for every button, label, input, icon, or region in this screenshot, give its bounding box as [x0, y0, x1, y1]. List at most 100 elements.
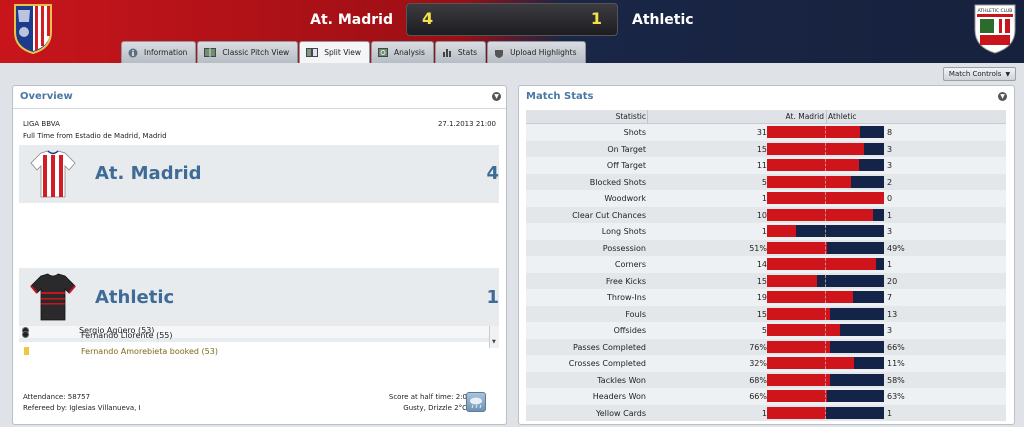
- away-stat-value: 3: [887, 161, 893, 170]
- stat-comparison-bar: [767, 291, 884, 303]
- header-home[interactable]: At. Madrid: [786, 112, 824, 121]
- overview-title: Overview: [20, 91, 73, 102]
- home-bar-fill: [767, 390, 827, 402]
- away-stat-value: 0: [887, 194, 893, 203]
- bar-midline: [825, 192, 826, 204]
- home-bar-fill: [767, 291, 853, 303]
- stat-label: Possession: [602, 243, 646, 253]
- view-tabs: Information Classic Pitch View Split Vie…: [121, 41, 587, 63]
- table-row: Offsides 5 3: [526, 322, 1006, 339]
- panel-menu-icon[interactable]: ▼: [492, 92, 501, 101]
- tab-upload-highlights[interactable]: Upload Highlights: [487, 41, 586, 63]
- attendance-text: Attendance: 58757: [23, 393, 91, 401]
- athletic-club-crest-icon: ATHLETIC CLUB: [974, 4, 1016, 54]
- table-row: Corners 14 1: [526, 256, 1006, 273]
- home-stat-value: 10: [756, 210, 767, 220]
- table-row: Free Kicks 15 20: [526, 272, 1006, 289]
- stat-label: Free Kicks: [605, 276, 646, 286]
- stat-comparison-bar: [767, 406, 884, 419]
- home-stat-value: 66%: [749, 392, 767, 401]
- event-text[interactable]: Fernando Amorebieta booked (53): [81, 347, 218, 356]
- table-row: Woodwork 1 0: [526, 190, 1006, 207]
- stat-comparison-bar: [767, 373, 884, 386]
- away-stat-value: 1: [887, 260, 893, 269]
- bar-midline: [825, 307, 826, 320]
- home-bar-fill: [767, 208, 873, 221]
- stat-comparison-bar: [767, 142, 884, 155]
- match-date-time: 27.1.2013 21:00: [437, 120, 496, 128]
- stat-comparison-bar: [767, 390, 884, 402]
- chevron-down-icon: ▼: [1005, 70, 1011, 78]
- match-controls-button[interactable]: Match Controls ▼: [943, 67, 1016, 81]
- table-row: Shots 31 8: [526, 124, 1006, 141]
- tab-label: Split View: [324, 48, 361, 57]
- stat-label: Headers Won: [592, 392, 646, 401]
- yellow-card-icon: [24, 347, 29, 355]
- stat-comparison-bar: [767, 225, 884, 237]
- event-text[interactable]: Fernando Llorente (55): [81, 331, 173, 340]
- atletico-madrid-crest-icon: [14, 4, 52, 54]
- stat-comparison-bar: [767, 274, 884, 287]
- bar-midline: [825, 324, 826, 336]
- tab-split-view[interactable]: Split View: [299, 41, 370, 63]
- bar-midline: [825, 208, 826, 221]
- home-bar-fill: [767, 406, 826, 419]
- divider: [13, 108, 506, 109]
- tab-classic-pitch-view[interactable]: Classic Pitch View: [197, 41, 299, 63]
- away-team-score: 1: [486, 287, 499, 308]
- away-score: 1: [590, 9, 602, 28]
- goal-ball-icon: [22, 331, 29, 338]
- match-stats-panel: Match Stats ▼ Statistic At. Madrid Athle…: [518, 85, 1015, 425]
- table-row: On Target 15 3: [526, 140, 1006, 157]
- tab-label: Information: [144, 48, 188, 57]
- home-bar-fill: [767, 175, 851, 188]
- weather-text: Gusty, Drizzle 2°C: [403, 404, 467, 412]
- bar-midline: [825, 142, 826, 155]
- stat-label: Passes Completed: [573, 342, 646, 352]
- home-team-title[interactable]: At. Madrid: [95, 163, 202, 184]
- header-statistic[interactable]: Statistic: [616, 112, 646, 121]
- bar-midline: [825, 274, 826, 287]
- home-kit-shirt-icon: [30, 150, 76, 198]
- stat-label: Offsides: [613, 326, 646, 335]
- home-stat-value: 31: [756, 128, 767, 137]
- away-crest-text: ATHLETIC CLUB: [978, 8, 1013, 14]
- analysis-icon: [378, 48, 388, 57]
- home-stat-value: 68%: [749, 375, 767, 385]
- weather-icon: [466, 392, 486, 412]
- home-stat-value: 15: [756, 144, 767, 154]
- panel-menu-icon[interactable]: ▼: [998, 92, 1007, 101]
- home-bar-fill: [767, 340, 830, 353]
- stat-label: Blocked Shots: [589, 177, 646, 187]
- home-team-block: At. Madrid 4: [19, 145, 499, 203]
- divider: [647, 110, 648, 124]
- away-team-title[interactable]: Athletic: [95, 287, 174, 308]
- tab-stats[interactable]: Stats: [434, 41, 487, 63]
- table-row: Headers Won 66% 63%: [526, 388, 1006, 405]
- home-stat-value: 15: [756, 276, 767, 286]
- stat-label: Off Target: [606, 161, 646, 170]
- home-bar-fill: [767, 307, 830, 320]
- home-bar-fill: [767, 225, 796, 237]
- stat-comparison-bar: [767, 241, 884, 254]
- away-stat-value: 13: [887, 309, 898, 319]
- away-team-name[interactable]: Athletic: [632, 12, 694, 28]
- home-team-name[interactable]: At. Madrid: [310, 12, 393, 28]
- home-team-score: 4: [486, 163, 499, 184]
- stat-comparison-bar: [767, 258, 884, 270]
- stat-label: On Target: [607, 144, 646, 154]
- table-row: Crosses Completed 32% 11%: [526, 355, 1006, 372]
- home-stat-value: 11: [756, 161, 767, 170]
- stat-label: Shots: [623, 128, 646, 137]
- away-stat-value: 2: [887, 177, 893, 187]
- bar-midline: [825, 159, 826, 171]
- stats-title: Match Stats: [526, 91, 594, 102]
- stat-label: Crosses Completed: [568, 359, 646, 368]
- home-bar-fill: [767, 373, 830, 386]
- competition-name[interactable]: LIGA BBVA: [23, 120, 60, 128]
- stat-comparison-bar: [767, 175, 884, 188]
- tab-analysis[interactable]: Analysis: [371, 41, 434, 63]
- header-away[interactable]: Athletic: [828, 112, 857, 121]
- tab-information[interactable]: Information: [121, 41, 197, 63]
- referee-text[interactable]: Refereed by: Iglesias Villanueva, I: [23, 404, 141, 412]
